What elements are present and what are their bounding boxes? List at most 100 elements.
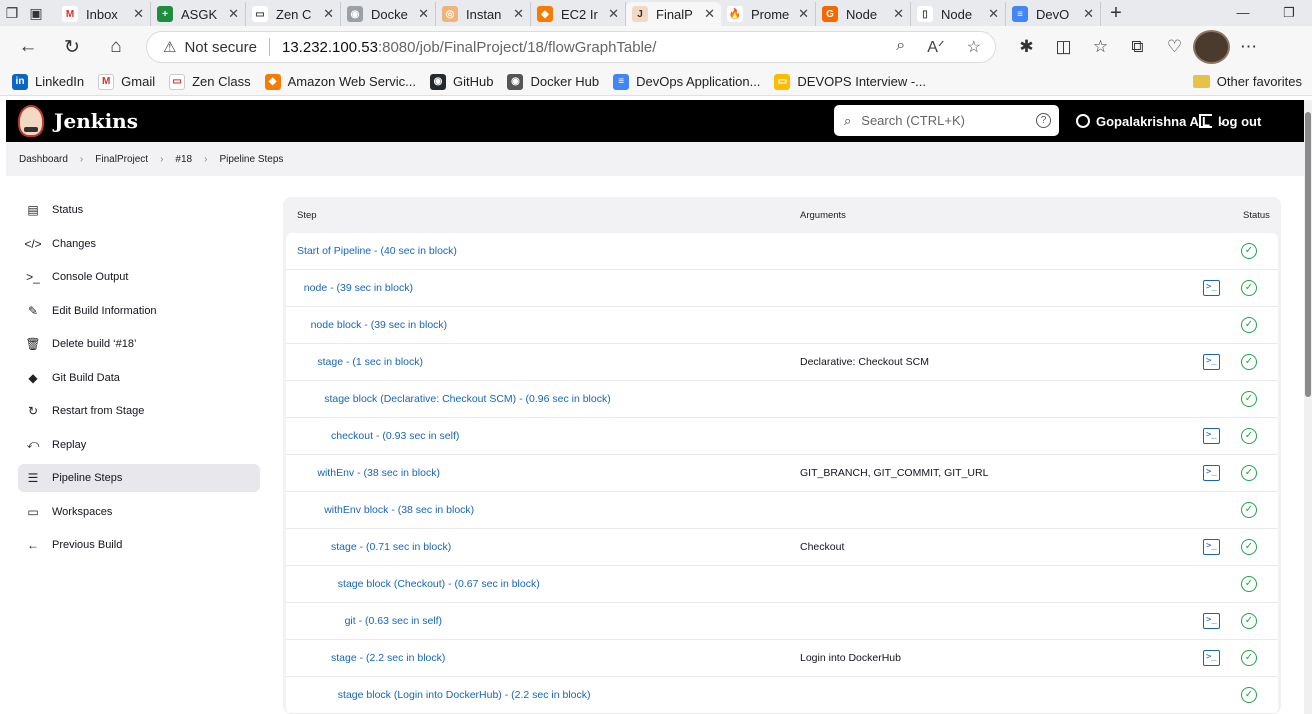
folder-icon: ▭ xyxy=(27,504,39,519)
sidebar-item[interactable]: </> Changes xyxy=(18,230,260,258)
console-output-icon[interactable]: >_ xyxy=(1203,539,1220,555)
jenkins-logo-icon[interactable] xyxy=(18,105,44,137)
browser-tab[interactable]: ◎ Instan ✕ xyxy=(436,2,531,26)
bookmark-item[interactable]: ◉ GitHub xyxy=(430,73,493,90)
back-icon[interactable]: ← xyxy=(8,30,48,64)
sidebar-item-label: Console Output xyxy=(52,271,129,283)
step-link[interactable]: withEnv - (38 sec in block) xyxy=(317,467,440,479)
help-icon[interactable]: ? xyxy=(1036,113,1051,128)
profile-avatar[interactable] xyxy=(1193,30,1230,64)
zoom-icon[interactable]: ⌕ xyxy=(896,37,905,57)
home-icon[interactable]: ⌂ xyxy=(96,30,136,64)
tab-favicon-icon: ▯ xyxy=(917,6,933,22)
collections-icon[interactable]: ⧉ xyxy=(1119,30,1156,64)
browser-tab[interactable]: ≡ DevO ✕ xyxy=(1006,2,1101,26)
sidebar-item[interactable]: ☰ Pipeline Steps xyxy=(18,464,260,492)
browser-tab[interactable]: ◆ EC2 Ir ✕ xyxy=(531,2,626,26)
search-input[interactable]: ⌕ Search (CTRL+K) ? xyxy=(834,105,1059,136)
console-output-icon[interactable]: >_ xyxy=(1203,613,1220,629)
step-link[interactable]: stage block (Checkout) - (0.67 sec in bl… xyxy=(338,578,540,590)
bookmark-item[interactable]: ▭ Zen Class xyxy=(169,73,251,90)
jenkins-title[interactable]: Jenkins xyxy=(54,109,138,133)
pipeline-steps-table: Step Arguments Status Start of Pipeline … xyxy=(283,197,1281,714)
step-link[interactable]: Start of Pipeline - (40 sec in block) xyxy=(297,245,457,257)
console-output-icon[interactable]: >_ xyxy=(1203,280,1220,296)
close-icon[interactable]: ✕ xyxy=(608,6,619,22)
read-aloud-icon[interactable]: Aᐟ xyxy=(927,37,944,57)
close-icon[interactable]: ✕ xyxy=(893,6,904,22)
console-output-icon[interactable]: >_ xyxy=(1203,354,1220,370)
browser-tab[interactable]: ▯ Node ✕ xyxy=(911,2,1006,26)
bookmark-item[interactable]: M Gmail xyxy=(98,73,155,90)
tab-actions-icon[interactable]: ▣ xyxy=(24,0,48,26)
sidebar-item[interactable]: ← Previous Build xyxy=(18,531,260,559)
address-bar[interactable]: ⚠ Not secure 13.232.100.53 :8080/job/Fin… xyxy=(146,31,996,63)
split-screen-icon[interactable]: ◫ xyxy=(1045,30,1082,64)
sidebar-item[interactable]: ⤺ Replay xyxy=(18,431,260,459)
console-output-icon[interactable]: >_ xyxy=(1203,428,1220,444)
close-icon[interactable]: ✕ xyxy=(513,6,524,22)
scrollbar-thumb[interactable] xyxy=(1305,112,1311,397)
close-icon[interactable]: ✕ xyxy=(418,6,429,22)
page-scrollbar[interactable] xyxy=(1304,100,1312,714)
workspaces-icon[interactable]: ❐ xyxy=(0,0,24,26)
sidebar-item[interactable]: >_ Console Output xyxy=(18,263,260,291)
close-icon[interactable]: ✕ xyxy=(228,6,239,22)
breadcrumb-current[interactable]: Pipeline Steps xyxy=(219,154,283,165)
close-icon[interactable]: ✕ xyxy=(133,6,144,22)
console-output-icon[interactable]: >_ xyxy=(1203,650,1220,666)
sidebar-item[interactable]: ▭ Workspaces xyxy=(18,498,260,526)
browser-tab[interactable]: G Node ✕ xyxy=(816,2,911,26)
favorites-icon[interactable]: ☆ xyxy=(1082,30,1119,64)
edit-icon: ✎ xyxy=(27,303,39,318)
bookmark-item[interactable]: ▭ DEVOPS Interview -... xyxy=(774,73,926,90)
step-link[interactable]: stage block (Declarative: Checkout SCM) … xyxy=(324,393,611,405)
console-output-icon[interactable]: >_ xyxy=(1203,465,1220,481)
step-link[interactable]: stage - (0.71 sec in block) xyxy=(331,541,451,553)
step-link[interactable]: node block - (39 sec in block) xyxy=(311,319,448,331)
step-link[interactable]: git - (0.63 sec in self) xyxy=(345,615,442,627)
new-tab-button[interactable]: + xyxy=(1101,2,1131,25)
extensions-icon[interactable]: ✱ xyxy=(1008,30,1045,64)
minimize-icon[interactable]: — xyxy=(1220,0,1266,26)
step-link[interactable]: withEnv block - (38 sec in block) xyxy=(324,504,474,516)
browser-tab[interactable]: ▭ Zen C ✕ xyxy=(246,2,341,26)
sidebar-item[interactable]: ◆ Git Build Data xyxy=(18,364,260,392)
bookmark-item[interactable]: ≡ DevOps Application... xyxy=(613,73,760,90)
performance-icon[interactable]: ♡ xyxy=(1156,30,1193,64)
browser-tab[interactable]: M Inbox ✕ xyxy=(56,2,151,26)
sidebar-item[interactable]: ✎ Edit Build Information xyxy=(18,297,260,325)
step-link[interactable]: node - (39 sec in block) xyxy=(304,282,413,294)
restore-icon[interactable]: ❐ xyxy=(1266,0,1312,26)
favorite-star-icon[interactable]: ☆ xyxy=(967,37,981,57)
step-link[interactable]: checkout - (0.93 sec in self) xyxy=(331,430,459,442)
breadcrumb-build[interactable]: #18 xyxy=(175,154,192,165)
sidebar-item[interactable]: ↻ Restart from Stage xyxy=(18,397,260,425)
column-header-arguments: Arguments xyxy=(800,209,846,221)
step-link[interactable]: stage - (2.2 sec in block) xyxy=(331,652,445,664)
close-icon[interactable]: ✕ xyxy=(988,6,999,22)
step-link[interactable]: stage - (1 sec in block) xyxy=(317,356,423,368)
sidebar-item[interactable]: ▤ Status xyxy=(18,196,260,224)
success-check-icon: ✓ xyxy=(1241,539,1257,555)
more-menu-icon[interactable]: ⋯ xyxy=(1230,30,1267,64)
breadcrumb-dashboard[interactable]: Dashboard xyxy=(19,154,68,165)
close-icon[interactable]: ✕ xyxy=(323,6,334,22)
browser-tab[interactable]: ◉ Docke ✕ xyxy=(341,2,436,26)
breadcrumb-project[interactable]: FinalProject xyxy=(95,154,148,165)
reload-icon[interactable]: ↻ xyxy=(52,30,92,64)
bookmark-item[interactable]: ◆ Amazon Web Servic... xyxy=(264,73,416,90)
close-icon[interactable]: ✕ xyxy=(704,6,715,22)
other-favorites[interactable]: Other favorites xyxy=(1192,74,1302,89)
bookmark-icon: M xyxy=(98,73,115,90)
sidebar-item[interactable]: 🗑 Delete build ‘#18’ xyxy=(18,330,260,358)
logout-link[interactable]: log out xyxy=(1199,100,1261,142)
browser-tab[interactable]: 🔥 Prome ✕ xyxy=(721,2,816,26)
bookmark-item[interactable]: ◉ Docker Hub xyxy=(507,73,599,90)
bookmark-item[interactable]: in LinkedIn xyxy=(12,73,84,90)
step-link[interactable]: stage block (Login into DockerHub) - (2.… xyxy=(338,689,591,701)
browser-tab[interactable]: + ASGK ✕ xyxy=(151,2,246,26)
browser-tab[interactable]: J FinalP ✕ xyxy=(626,2,721,26)
close-icon[interactable]: ✕ xyxy=(798,6,809,22)
close-icon[interactable]: ✕ xyxy=(1083,6,1094,22)
